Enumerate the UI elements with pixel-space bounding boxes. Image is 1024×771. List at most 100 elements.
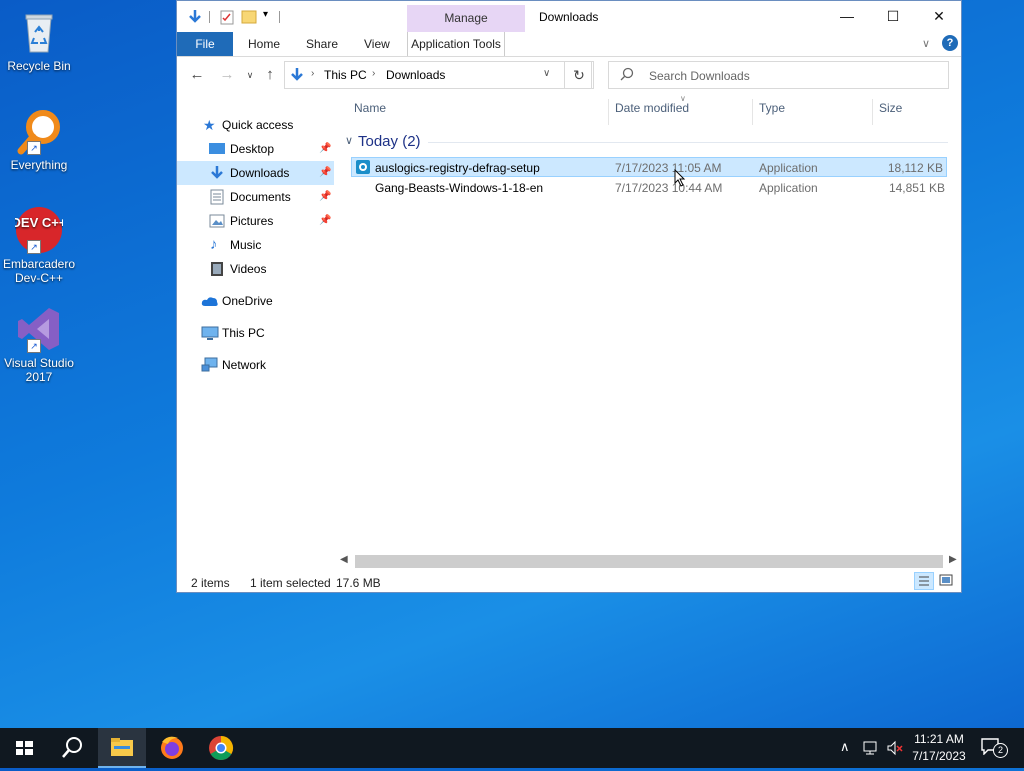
file-type: Application	[759, 161, 818, 175]
scroll-right-button[interactable]: ▶	[949, 554, 957, 565]
desktop-icon-label: Everything	[10, 158, 68, 172]
recent-locations-dropdown[interactable]: ∨	[240, 66, 260, 84]
nav-item-network[interactable]: Network	[177, 353, 334, 377]
search-button[interactable]	[48, 728, 96, 768]
forward-button[interactable]: →	[217, 66, 237, 84]
pin-icon[interactable]: 📌	[319, 137, 331, 161]
horizontal-scrollbar[interactable]: ◀ ▶	[340, 553, 960, 570]
desktop-icon-label: Visual Studio 2017	[4, 356, 74, 384]
column-header-date-modified[interactable]: Date modified	[615, 101, 689, 115]
pictures-icon	[209, 213, 225, 229]
quick-access-download-icon[interactable]	[187, 9, 203, 28]
onedrive-cloud-icon	[201, 293, 218, 309]
file-row[interactable]: auslogics-registry-defrag-setup 7/17/202…	[351, 157, 947, 177]
navigation-bar: ← → ∨ ↑ › This PC › Downloads ∨ ↻ Search…	[177, 57, 961, 93]
file-name: auslogics-registry-defrag-setup	[375, 161, 540, 175]
up-button[interactable]: ↑	[260, 66, 280, 84]
minimize-button[interactable]: —	[824, 1, 870, 31]
window-title: Downloads	[539, 10, 599, 24]
show-hidden-icons-icon[interactable]: ∧	[840, 739, 850, 755]
visual-studio-icon: ↗	[15, 305, 63, 353]
close-button[interactable]: ✕	[916, 1, 962, 31]
nav-item-documents[interactable]: Documents 📌	[177, 185, 334, 209]
title-bar: ▾ Manage Downloads — ☐ ✕	[177, 1, 961, 32]
column-divider	[872, 99, 873, 125]
file-name: Gang-Beasts-Windows-1-18-en	[375, 181, 544, 195]
customize-toolbar-dropdown-icon[interactable]: ▾	[263, 9, 268, 20]
nav-item-onedrive[interactable]: OneDrive	[177, 289, 334, 313]
refresh-button[interactable]: ↻	[564, 61, 594, 89]
taskbar: ∧ 11:21 AM 7/17/2023 2	[0, 728, 1024, 768]
column-header-type[interactable]: Type	[759, 101, 785, 115]
nav-item-music[interactable]: ♪ Music	[177, 233, 334, 257]
help-icon[interactable]: ?	[942, 35, 958, 51]
tab-home[interactable]: Home	[237, 32, 291, 56]
tab-share[interactable]: Share	[295, 32, 349, 56]
pin-icon[interactable]: 📌	[319, 209, 331, 233]
desktop-icon-devcpp[interactable]: DEV C++ ↗ Embarcadero Dev-C++	[1, 206, 77, 285]
downloads-folder-icon	[289, 67, 305, 86]
taskbar-chrome[interactable]	[197, 728, 245, 768]
group-divider	[428, 142, 948, 143]
status-selected-count: 1 item selected	[250, 576, 331, 590]
large-icons-view-button[interactable]	[937, 572, 957, 590]
pin-icon[interactable]: 📌	[319, 185, 331, 209]
volume-muted-icon[interactable]	[886, 740, 904, 759]
action-center-button[interactable]: 2	[980, 737, 1008, 759]
column-divider	[608, 99, 609, 125]
status-item-count: 2 items	[191, 576, 230, 590]
taskbar-firefox[interactable]	[148, 728, 196, 768]
documents-icon	[209, 189, 225, 205]
pin-icon[interactable]: 📌	[319, 161, 331, 185]
computer-icon	[201, 325, 219, 341]
desktop-icon-visual-studio[interactable]: ↗ Visual Studio 2017	[1, 305, 77, 384]
desktop-icon-everything[interactable]: ↗ Everything	[1, 107, 77, 172]
downloads-icon	[209, 165, 225, 181]
nav-item-videos[interactable]: Videos	[177, 257, 334, 281]
tab-file[interactable]: File	[177, 32, 233, 56]
search-input[interactable]: Search Downloads	[608, 61, 949, 89]
group-header-today[interactable]: ∨ Today (2)	[342, 133, 948, 153]
breadcrumb-this-pc[interactable]: This PC	[324, 68, 367, 82]
scroll-left-button[interactable]: ◀	[340, 554, 348, 565]
properties-icon[interactable]	[219, 9, 235, 28]
nav-item-quick-access[interactable]: ★ Quick access	[177, 113, 334, 137]
maximize-button[interactable]: ☐	[870, 1, 916, 31]
tab-manage[interactable]: Manage	[407, 5, 525, 32]
expand-ribbon-icon[interactable]: ∨	[922, 37, 930, 50]
navigation-pane: ★ Quick access Desktop 📌 Downloads 📌 Doc…	[177, 109, 337, 569]
file-type: Application	[759, 181, 818, 195]
breadcrumb-separator-icon: ›	[372, 68, 376, 79]
scrollbar-thumb[interactable]	[355, 555, 943, 568]
breadcrumb-downloads[interactable]: Downloads	[386, 68, 445, 82]
desktop-icon-recycle-bin[interactable]: Recycle Bin	[1, 8, 77, 73]
nav-item-downloads[interactable]: Downloads 📌	[177, 161, 334, 185]
column-divider	[752, 99, 753, 125]
column-header-name[interactable]: Name	[354, 101, 386, 115]
taskbar-file-explorer[interactable]	[98, 728, 146, 768]
details-view-button[interactable]	[914, 572, 934, 590]
address-dropdown-icon[interactable]: ∨	[543, 68, 550, 79]
devcpp-icon: DEV C++ ↗	[12, 206, 67, 254]
star-icon: ★	[203, 117, 216, 133]
new-folder-icon[interactable]	[241, 9, 257, 28]
nav-item-pictures[interactable]: Pictures 📌	[177, 209, 334, 233]
address-bar[interactable]: › This PC › Downloads ∨	[284, 61, 592, 89]
separator	[279, 11, 280, 23]
start-button[interactable]	[0, 728, 48, 768]
network-status-icon[interactable]	[862, 740, 880, 759]
file-size: 14,851 KB	[888, 181, 945, 195]
nav-item-desktop[interactable]: Desktop 📌	[177, 137, 334, 161]
clock[interactable]: 11:21 AM 7/17/2023	[908, 731, 970, 765]
tab-application-tools[interactable]: Application Tools	[407, 32, 505, 56]
column-header-size[interactable]: Size	[879, 101, 902, 115]
tab-view[interactable]: View	[353, 32, 401, 56]
separator	[209, 11, 210, 23]
desktop-icon-label: Embarcadero Dev-C++	[2, 257, 76, 285]
back-button[interactable]: ←	[187, 66, 207, 84]
devcpp-badge-text: DEV C++	[15, 215, 63, 230]
nav-item-this-pc[interactable]: This PC	[177, 321, 334, 345]
file-date: 7/17/2023 11:05 AM	[615, 161, 722, 175]
file-row[interactable]: Gang-Beasts-Windows-1-18-en 7/17/2023 10…	[351, 178, 947, 198]
search-placeholder: Search Downloads	[649, 69, 750, 83]
